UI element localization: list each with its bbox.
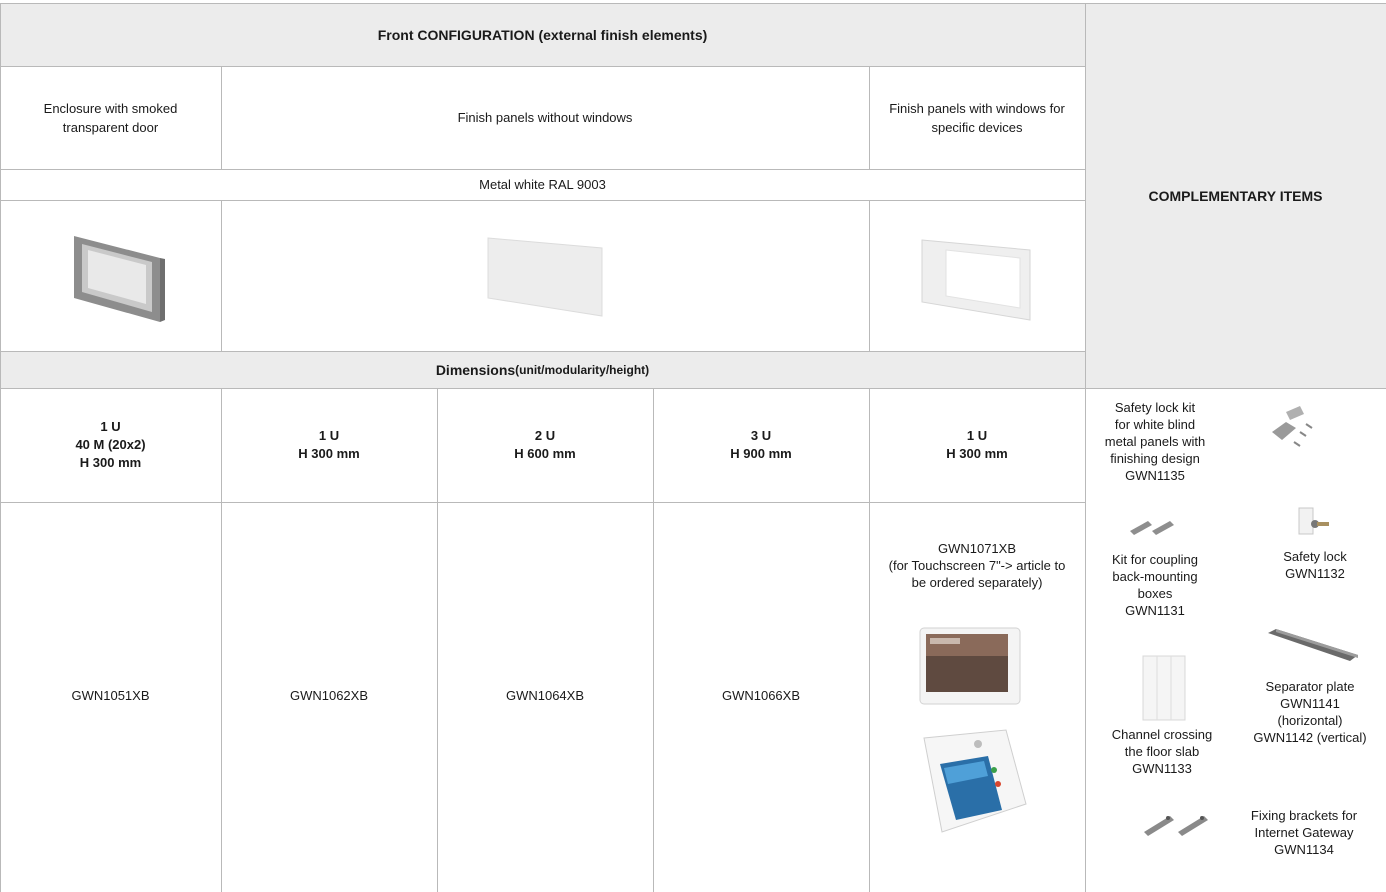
keypad-image bbox=[918, 726, 1030, 836]
product-code: GWN1066XB bbox=[721, 687, 801, 703]
complementary-items-heading: COMPLEMENTARY ITEMS bbox=[1148, 187, 1323, 204]
column-heading: 2 U H 600 mm bbox=[514, 428, 576, 461]
separator-plate-icon bbox=[1266, 627, 1360, 667]
table-title: Front CONFIGURATION (external finish ele… bbox=[377, 26, 708, 43]
column-heading: 1 U H 300 mm bbox=[298, 428, 360, 461]
item-coupling-kit: Kit for coupling back-mounting boxes GWN… bbox=[1112, 552, 1198, 618]
column-heading: 1 U H 300 mm bbox=[946, 428, 1008, 461]
dimensions-subtitle: (unit/modularity/height) bbox=[515, 362, 650, 377]
item-fixing-brackets: Fixing brackets for Internet Gateway GWN… bbox=[1250, 808, 1358, 857]
fixing-brackets-icon bbox=[1140, 806, 1220, 840]
grid-line bbox=[221, 200, 222, 351]
key-lock-icon bbox=[1295, 504, 1331, 544]
item-safety-lock-kit: Safety lock kit for white blind metal pa… bbox=[1104, 400, 1206, 483]
category-enclosure: Enclosure with smoked transparent door bbox=[43, 100, 178, 135]
product-code: GWN1062XB bbox=[289, 687, 369, 703]
dimensions-title: Dimensions bbox=[435, 361, 516, 378]
item-separator-plate: Separator plate GWN1141 (horizontal) GWN… bbox=[1253, 679, 1367, 745]
category-without-windows: Finish panels without windows bbox=[457, 110, 633, 125]
item-safety-lock: Safety lock GWN1132 bbox=[1283, 549, 1347, 581]
column-heading: 3 U H 900 mm bbox=[730, 428, 792, 461]
coupling-bars-icon bbox=[1128, 515, 1178, 541]
product-code-touchscreen: GWN1071XB (for Touchscreen 7"-> article … bbox=[888, 541, 1066, 590]
touchscreen-image bbox=[918, 626, 1022, 706]
blank-panel-image bbox=[486, 236, 606, 318]
category-with-windows: Finish panels with windows for specific … bbox=[889, 100, 1065, 135]
screws-icon bbox=[1266, 402, 1316, 454]
finish-label: Metal white RAL 9003 bbox=[479, 177, 606, 192]
window-panel-image bbox=[920, 238, 1032, 322]
product-code: GWN1051XB bbox=[71, 687, 150, 703]
product-code: GWN1064XB bbox=[505, 687, 585, 703]
enclosure-smoked-door-image bbox=[72, 232, 167, 324]
grid-line bbox=[869, 200, 870, 351]
dimensions-heading: Dimensions (unit/modularity/height) bbox=[0, 351, 1085, 388]
channel-crossing-icon bbox=[1141, 654, 1187, 722]
item-channel-crossing: Channel crossing the floor slab GWN1133 bbox=[1111, 727, 1213, 776]
grid-line bbox=[0, 502, 1085, 503]
column-heading: 1 U 40 M (20x2) H 300 mm bbox=[75, 419, 146, 470]
grid-line bbox=[0, 200, 1085, 201]
